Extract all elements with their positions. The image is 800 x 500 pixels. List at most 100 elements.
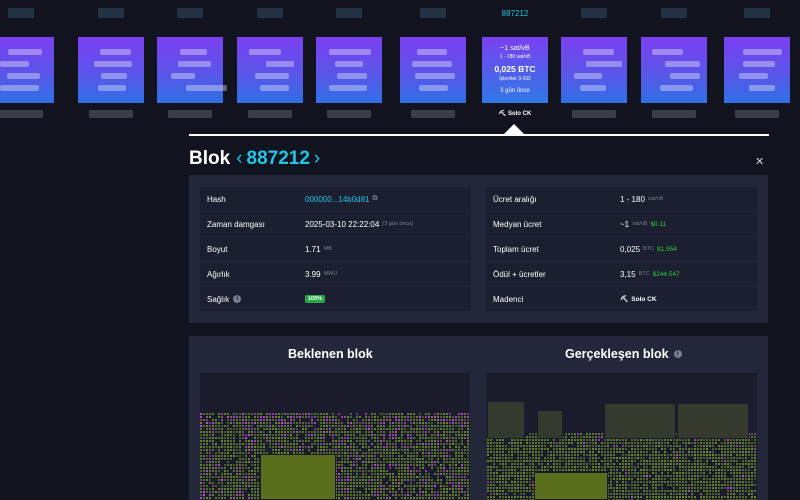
tx-square[interactable] (490, 475, 492, 477)
tx-square[interactable] (215, 485, 217, 487)
tx-square[interactable] (724, 484, 726, 486)
tx-square[interactable] (655, 460, 657, 462)
tx-square[interactable] (658, 445, 660, 447)
tx-square[interactable] (380, 425, 382, 427)
tx-square[interactable] (446, 440, 448, 442)
tx-square[interactable] (380, 419, 382, 421)
tx-square[interactable] (532, 454, 534, 456)
tx-square[interactable] (592, 451, 594, 453)
tx-square[interactable] (395, 458, 397, 460)
tx-square[interactable] (625, 448, 627, 450)
tx-square[interactable] (514, 463, 516, 465)
tx-square[interactable] (661, 463, 663, 465)
tx-square[interactable] (374, 416, 376, 418)
tx-square[interactable] (227, 473, 229, 475)
tx-square[interactable] (431, 419, 433, 421)
tx-square[interactable] (658, 466, 660, 468)
tx-square[interactable] (368, 425, 370, 427)
tx-square[interactable] (446, 443, 448, 445)
tx-square[interactable] (544, 460, 546, 462)
tx-square[interactable] (628, 457, 630, 459)
tx-square[interactable] (658, 442, 660, 444)
tx-square[interactable] (275, 437, 277, 439)
tx-square[interactable] (269, 425, 271, 427)
tx-square[interactable] (499, 475, 501, 477)
tx-square[interactable] (278, 416, 280, 418)
tx-square[interactable] (287, 428, 289, 430)
tx-square[interactable] (203, 473, 205, 475)
tx-square[interactable] (571, 460, 573, 462)
tx-square[interactable] (670, 481, 672, 483)
tx-square[interactable] (443, 443, 445, 445)
tx-square[interactable] (586, 433, 588, 435)
tx-square[interactable] (233, 455, 235, 457)
tx-square[interactable] (200, 437, 202, 439)
tx-square[interactable] (452, 497, 454, 499)
tx-square[interactable] (290, 422, 292, 424)
tx-square[interactable] (383, 485, 385, 487)
tx-square[interactable] (428, 425, 430, 427)
tx-square[interactable] (428, 476, 430, 478)
tx-square[interactable] (404, 467, 406, 469)
tx-square[interactable] (538, 460, 540, 462)
tx-square[interactable] (257, 422, 259, 424)
tx-square[interactable] (368, 470, 370, 472)
tx-square[interactable] (248, 434, 250, 436)
tx-square[interactable] (404, 461, 406, 463)
tx-square[interactable] (338, 449, 340, 451)
tx-square[interactable] (410, 458, 412, 460)
tx-square[interactable] (341, 455, 343, 457)
tx-square[interactable] (679, 457, 681, 459)
tx-square[interactable] (715, 478, 717, 480)
tx-square[interactable] (395, 461, 397, 463)
tx-square[interactable] (727, 460, 729, 462)
tx-square[interactable] (314, 422, 316, 424)
tx-square[interactable] (637, 442, 639, 444)
tx-square[interactable] (559, 448, 561, 450)
tx-square[interactable] (245, 434, 247, 436)
tx-square[interactable] (422, 428, 424, 430)
tx-square[interactable] (287, 416, 289, 418)
tx-square[interactable] (682, 448, 684, 450)
tx-square[interactable] (362, 428, 364, 430)
tx-square[interactable] (278, 431, 280, 433)
tx-square[interactable] (437, 431, 439, 433)
tx-square[interactable] (487, 469, 489, 471)
tx-square[interactable] (493, 451, 495, 453)
tx-square[interactable] (290, 428, 292, 430)
tx-square[interactable] (257, 446, 259, 448)
tx-square[interactable] (419, 476, 421, 478)
tx-square[interactable] (380, 473, 382, 475)
tx-square[interactable] (544, 469, 546, 471)
tx-square[interactable] (523, 496, 525, 498)
tx-square[interactable] (263, 437, 265, 439)
tx-square[interactable] (248, 497, 250, 499)
tx-square[interactable] (374, 437, 376, 439)
tx-square[interactable] (284, 449, 286, 451)
tx-square[interactable] (607, 445, 609, 447)
tx-square[interactable] (452, 443, 454, 445)
tx-square[interactable] (206, 443, 208, 445)
tx-square[interactable] (754, 466, 756, 468)
tx-square[interactable] (604, 439, 606, 441)
tx-square[interactable] (754, 445, 756, 447)
tx-square[interactable] (254, 434, 256, 436)
past-block-cube[interactable] (561, 37, 627, 103)
tx-square[interactable] (233, 416, 235, 418)
tx-square[interactable] (464, 437, 466, 439)
tx-square[interactable] (652, 451, 654, 453)
tx-square[interactable] (224, 491, 226, 493)
tx-square[interactable] (467, 440, 469, 442)
tx-square[interactable] (601, 469, 603, 471)
tx-square[interactable] (508, 484, 510, 486)
tx-square[interactable] (221, 437, 223, 439)
tx-square[interactable] (419, 446, 421, 448)
tx-square[interactable] (245, 473, 247, 475)
tx-square[interactable] (532, 457, 534, 459)
tx-square[interactable] (511, 448, 513, 450)
tx-square[interactable] (553, 445, 555, 447)
tx-square[interactable] (200, 473, 202, 475)
tx-square[interactable] (742, 460, 744, 462)
tx-square[interactable] (215, 464, 217, 466)
tx-square[interactable] (616, 484, 618, 486)
